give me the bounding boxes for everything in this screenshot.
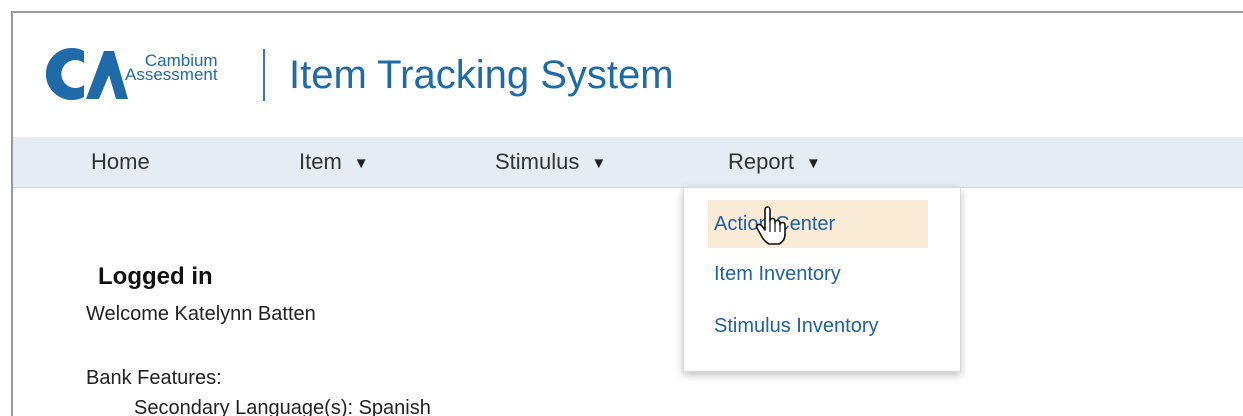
header: Cambium Assessment Item Tracking System xyxy=(13,13,1243,137)
cambium-logo-icon xyxy=(45,48,128,100)
welcome-text: Welcome Katelynn Batten xyxy=(86,303,316,325)
menu-item-action-center[interactable]: Action Center xyxy=(708,200,928,248)
nav-home[interactable]: Home xyxy=(91,137,150,187)
hand-pointer-icon xyxy=(755,206,786,245)
main-nav: Home Item ▼ Stimulus ▼ Report ▼ xyxy=(13,137,1243,188)
logo-divider xyxy=(263,49,265,101)
nav-stimulus-label: Stimulus xyxy=(495,149,580,174)
nav-home-label: Home xyxy=(91,149,150,174)
menu-item-stimulus-inventory[interactable]: Stimulus Inventory xyxy=(708,302,879,350)
logo-wordmark: Cambium Assessment xyxy=(125,52,218,84)
bank-features-label: Bank Features: xyxy=(86,367,222,389)
app-window: Cambium Assessment Item Tracking System … xyxy=(11,11,1243,416)
nav-item-menu[interactable]: Item ▼ xyxy=(299,137,369,187)
caret-down-icon: ▼ xyxy=(806,154,821,172)
nav-stimulus-menu[interactable]: Stimulus ▼ xyxy=(495,137,606,187)
nav-report-label: Report xyxy=(728,149,795,174)
report-dropdown-menu: Action Center Item Inventory Stimulus In… xyxy=(683,187,961,372)
logo-line2: Assessment xyxy=(125,65,218,84)
caret-down-icon: ▼ xyxy=(591,154,607,172)
nav-item-label: Item xyxy=(299,149,342,174)
caret-down-icon: ▼ xyxy=(353,154,369,172)
app-title: Item Tracking System xyxy=(289,53,674,97)
nav-report-menu[interactable]: Report ▼ xyxy=(728,137,821,187)
secondary-language-text: Secondary Language(s): Spanish xyxy=(134,397,431,416)
page-title: Logged in xyxy=(98,263,213,290)
menu-item-item-inventory[interactable]: Item Inventory xyxy=(708,250,841,298)
